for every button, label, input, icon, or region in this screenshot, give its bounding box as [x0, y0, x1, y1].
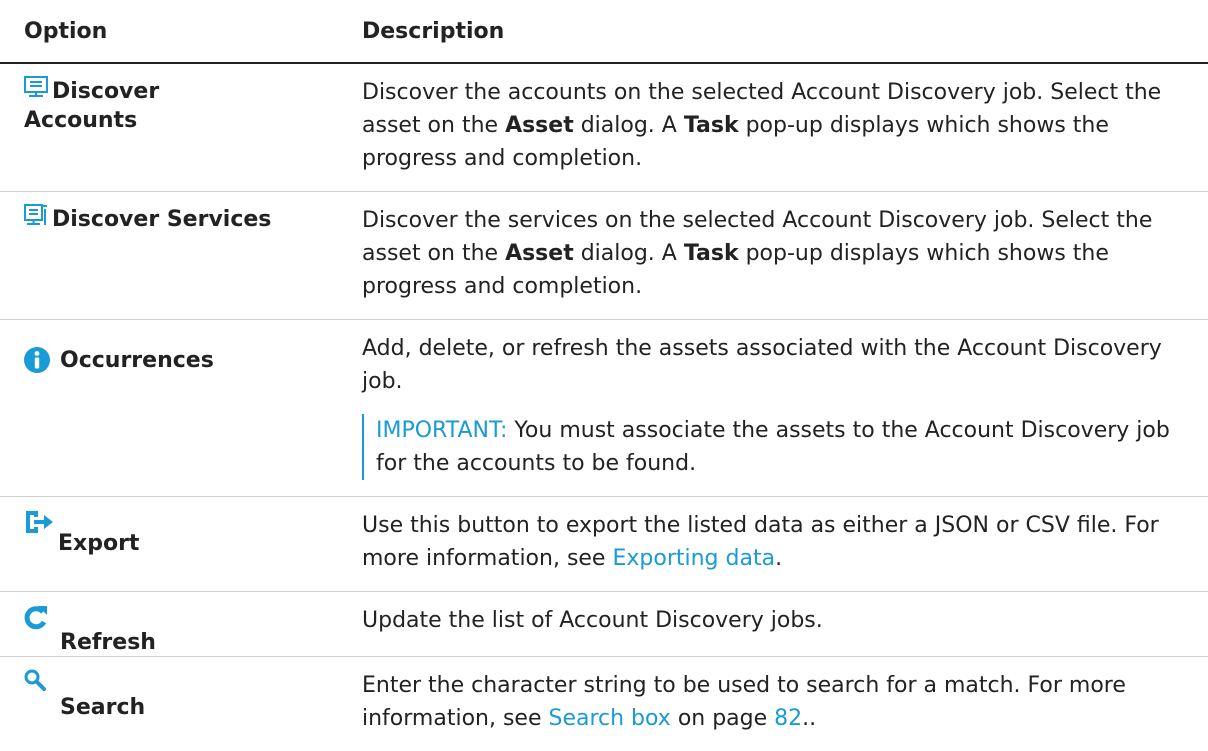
description-column-header: Description [362, 0, 1208, 63]
option-cell: Occurrences [0, 320, 362, 497]
search-box-link[interactable]: Search box [548, 706, 670, 731]
asset-bold-text: Asset [505, 113, 574, 138]
table-row-discover-accounts: Discover Accounts Discover the accounts … [0, 63, 1208, 192]
options-table: Option Description Discover Accounts Dis… [0, 0, 1208, 751]
description-cell: Discover the services on the selected Ac… [362, 192, 1208, 320]
option-label: Refresh [60, 629, 156, 656]
option-cell: Discover Accounts [0, 63, 362, 192]
description-cell: Update the list of Account Discovery job… [362, 592, 1208, 657]
table-row-export: Export Use this button to export the lis… [0, 497, 1208, 592]
option-label: Export [58, 530, 139, 557]
description-text: .. [802, 706, 816, 731]
export-icon [24, 509, 54, 535]
table-row-discover-services: Discover Services Discover the services … [0, 192, 1208, 320]
exporting-data-link[interactable]: Exporting data [612, 546, 775, 571]
option-label: Occurrences [60, 347, 214, 374]
description-text: . [775, 546, 782, 571]
discover-services-icon [24, 204, 48, 226]
table-row-occurrences: Occurrences Add, delete, or refresh the … [0, 320, 1208, 497]
description-text: on page [671, 706, 774, 731]
option-column-header: Option [0, 0, 362, 63]
description-cell: Discover the accounts on the selected Ac… [362, 63, 1208, 192]
table-header-row: Option Description [0, 0, 1208, 63]
option-cell: Refresh [0, 592, 362, 657]
option-label: Discover Services [52, 207, 271, 232]
table-row-refresh: Refresh Update the list of Account Disco… [0, 592, 1208, 657]
description-text: dialog. A [574, 113, 684, 138]
option-label-line2: Accounts [24, 107, 354, 134]
option-label: Search [60, 694, 145, 721]
description-text: Add, delete, or refresh the assets assoc… [362, 332, 1188, 398]
important-note: IMPORTANT: You must associate the assets… [362, 414, 1188, 480]
option-cell: Export [0, 497, 362, 592]
option-cell: Discover Services [0, 192, 362, 320]
refresh-icon [24, 604, 48, 630]
task-bold-text: Task [684, 241, 739, 266]
option-label: Discover [52, 79, 159, 104]
task-bold-text: Task [684, 113, 739, 138]
description-text: dialog. A [574, 241, 684, 266]
description-cell: Use this button to export the listed dat… [362, 497, 1208, 592]
info-icon [24, 347, 50, 373]
page-number-link[interactable]: 82 [774, 706, 802, 731]
asset-bold-text: Asset [505, 241, 574, 266]
discover-accounts-icon [24, 76, 48, 98]
description-text: Update the list of Account Discovery job… [362, 608, 823, 633]
important-label: IMPORTANT: [376, 418, 507, 443]
description-cell: Add, delete, or refresh the assets assoc… [362, 320, 1208, 497]
search-icon [24, 669, 46, 691]
